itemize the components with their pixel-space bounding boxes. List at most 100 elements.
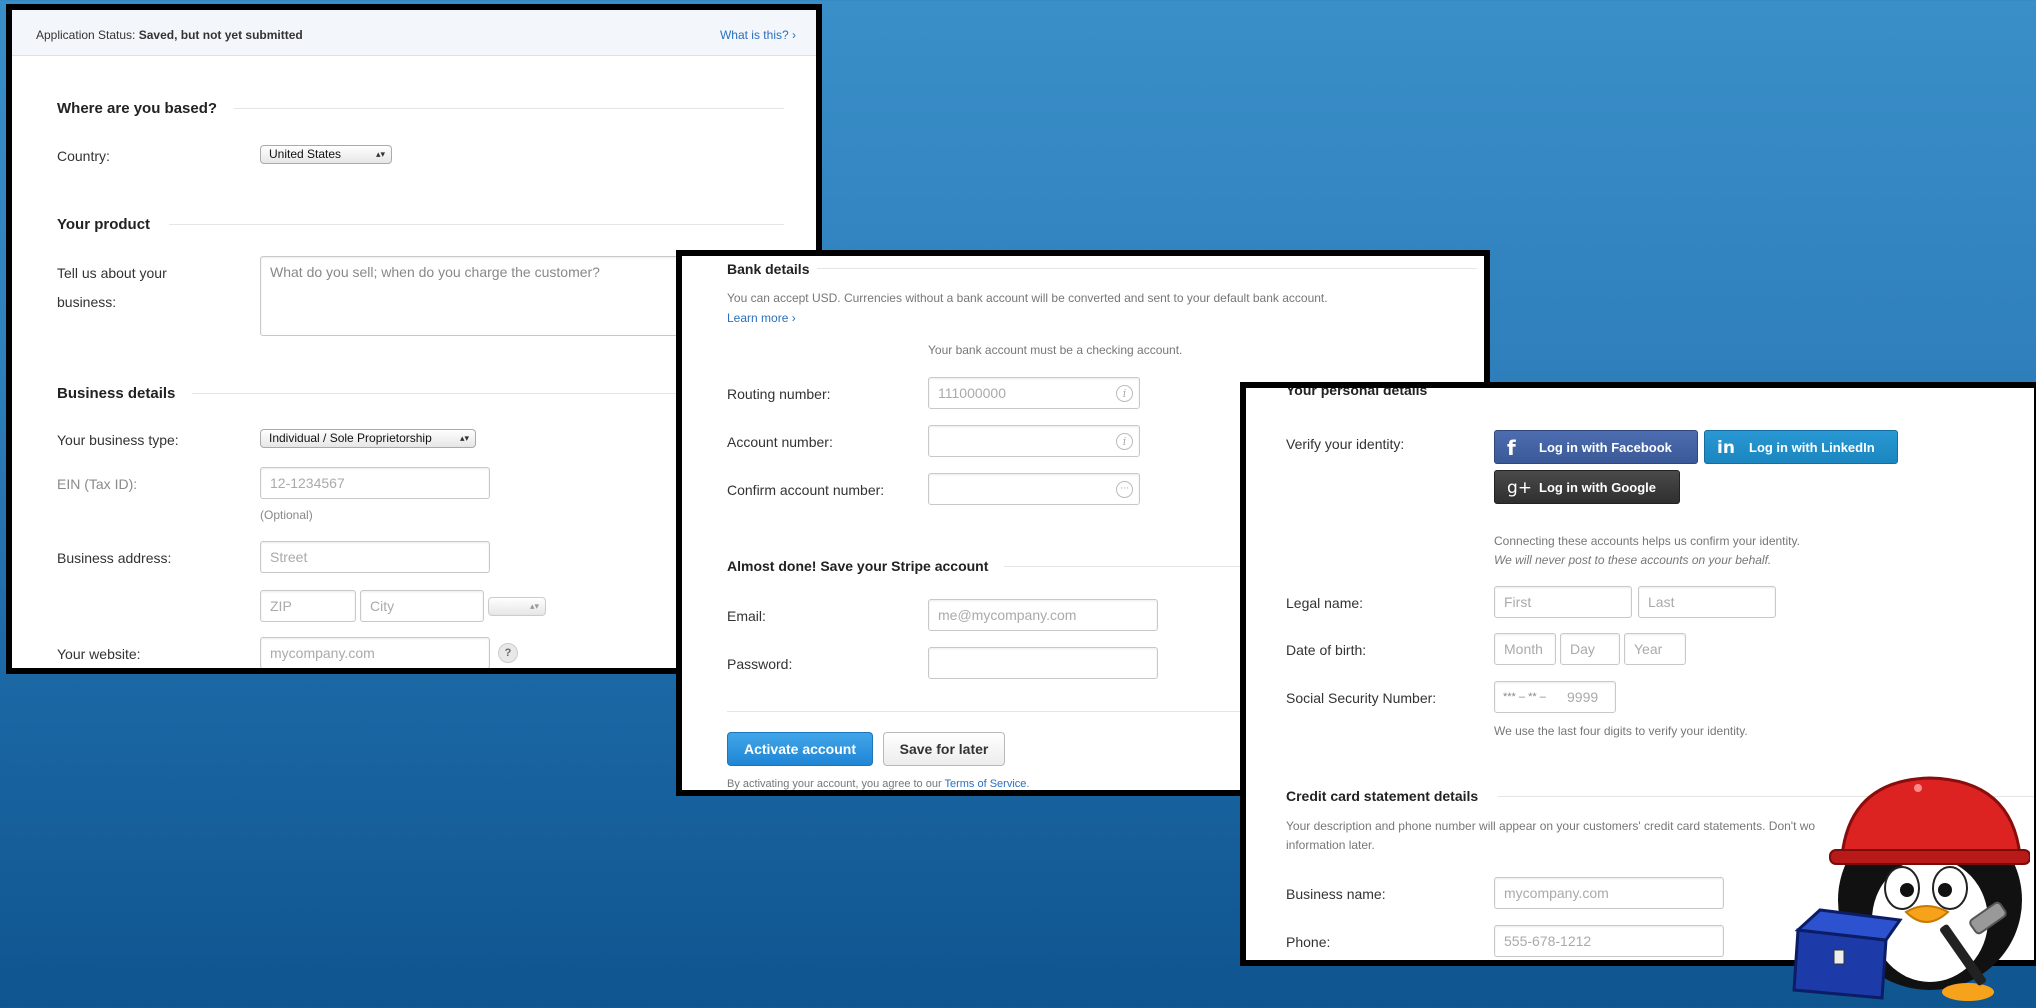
info-icon: i: [1116, 433, 1133, 450]
google-login-label: Log in with Google: [1539, 480, 1656, 495]
city-field[interactable]: [360, 590, 484, 622]
terms-prefix: By activating your account, you agree to…: [727, 778, 942, 790]
never-post-note: We will never post to these accounts on …: [1494, 553, 1772, 567]
legal-name-label: Legal name:: [1286, 595, 1364, 611]
divider: [817, 268, 1477, 269]
country-select[interactable]: United States ▴▾: [260, 145, 392, 164]
business-details-title: Business details: [57, 385, 176, 402]
zip-input[interactable]: [261, 591, 355, 621]
dob-month-field[interactable]: [1494, 633, 1556, 665]
select-arrows-icon: ▴▾: [375, 149, 385, 159]
confirm-account-field[interactable]: ···: [928, 473, 1140, 505]
business-about-label-line2: business:: [57, 294, 117, 310]
ssn-label: Social Security Number:: [1286, 690, 1437, 706]
save-account-title: Almost done! Save your Stripe account: [727, 558, 989, 574]
verify-identity-label: Verify your identity:: [1286, 436, 1405, 452]
checking-account-note: Your bank account must be a checking acc…: [928, 343, 1183, 357]
learn-more-link[interactable]: Learn more ›: [727, 311, 796, 325]
street-field[interactable]: [260, 541, 490, 573]
country-label: Country:: [57, 148, 110, 164]
state-select[interactable]: ▴▾: [488, 597, 546, 616]
facebook-login-button[interactable]: f Log in with Facebook: [1494, 430, 1698, 464]
password-field[interactable]: [928, 647, 1158, 679]
phone-input[interactable]: [1495, 926, 1723, 956]
confirm-account-label: Confirm account number:: [727, 482, 885, 498]
slide-background: { "colors": { "accent": "#1f86d6", "face…: [0, 0, 2036, 1008]
routing-number-input[interactable]: [929, 378, 1139, 408]
business-type-select[interactable]: Individual / Sole Proprietorship ▴▾: [260, 429, 476, 448]
divider: [234, 108, 784, 109]
website-field[interactable]: [260, 637, 490, 668]
linkedin-login-button[interactable]: in Log in with LinkedIn: [1704, 430, 1898, 464]
product-title: Your product: [57, 216, 151, 233]
email-input[interactable]: [929, 600, 1157, 630]
terms-of-service-link[interactable]: Terms of Service: [944, 778, 1026, 790]
info-icon: i: [1116, 385, 1133, 402]
google-plus-icon: g+: [1507, 478, 1533, 498]
ssn-note: We use the last four digits to verify yo…: [1494, 724, 1748, 738]
terms-note: By activating your account, you agree to…: [727, 778, 1029, 790]
status-value: Saved, but not yet submitted: [138, 28, 303, 42]
password-label: Password:: [727, 656, 793, 672]
select-arrows-icon: ▴▾: [529, 601, 539, 611]
first-name-input[interactable]: [1495, 587, 1631, 617]
phone-label: Phone:: [1286, 934, 1331, 950]
facebook-icon: f: [1507, 436, 1516, 460]
application-status-bar: Application Status: Saved, but not yet s…: [12, 10, 816, 56]
save-for-later-button[interactable]: Save for later: [883, 732, 1005, 766]
dob-year-input[interactable]: [1625, 634, 1685, 664]
divider: [169, 224, 784, 225]
business-about-label-line1: Tell us about your: [57, 265, 167, 281]
account-number-field[interactable]: i: [928, 425, 1140, 457]
bank-currency-note: You can accept USD. Currencies without a…: [727, 291, 1328, 305]
dob-year-field[interactable]: [1624, 633, 1686, 665]
country-select-value: United States: [269, 147, 342, 161]
business-name-field[interactable]: [1494, 877, 1724, 909]
business-type-label: Your business type:: [57, 432, 179, 448]
routing-number-label: Routing number:: [727, 386, 831, 402]
linkedin-login-label: Log in with LinkedIn: [1749, 440, 1875, 455]
bank-details-title: Bank details: [727, 261, 810, 277]
first-name-field[interactable]: [1494, 586, 1632, 618]
dob-day-input[interactable]: [1561, 634, 1619, 664]
business-name-input[interactable]: [1495, 878, 1723, 908]
password-input[interactable]: [929, 648, 1157, 678]
dob-day-field[interactable]: [1560, 633, 1620, 665]
penguin-mascot-illustration: [1792, 776, 2030, 1001]
email-field[interactable]: [928, 599, 1158, 631]
account-number-label: Account number:: [727, 434, 833, 450]
select-arrows-icon: ▴▾: [459, 433, 469, 443]
business-address-label: Business address:: [57, 550, 172, 566]
ssn-mask: *** – ** –: [1503, 691, 1546, 703]
zip-field[interactable]: [260, 590, 356, 622]
terms-suffix: .: [1026, 778, 1030, 790]
statement-note-line2: information later.: [1286, 838, 1375, 852]
google-login-button[interactable]: g+ Log in with Google: [1494, 470, 1680, 504]
website-help-icon[interactable]: ?: [498, 643, 518, 663]
phone-field[interactable]: [1494, 925, 1724, 957]
linkedin-icon: in: [1717, 438, 1735, 458]
connect-accounts-note: Connecting these accounts helps us confi…: [1494, 534, 1800, 548]
website-label: Your website:: [57, 646, 141, 662]
statement-note-line1: Your description and phone number will a…: [1286, 819, 1816, 833]
last-name-input[interactable]: [1639, 587, 1775, 617]
account-number-input[interactable]: [929, 426, 1139, 456]
ein-label: EIN (Tax ID):: [57, 476, 138, 492]
facebook-login-label: Log in with Facebook: [1539, 440, 1672, 455]
what-is-this-link[interactable]: What is this? ›: [720, 28, 796, 42]
business-type-value: Individual / Sole Proprietorship: [269, 431, 432, 445]
business-name-label: Business name:: [1286, 886, 1386, 902]
email-label: Email:: [727, 608, 766, 624]
ssn-field[interactable]: *** – ** –: [1494, 681, 1616, 713]
activate-account-button[interactable]: Activate account: [727, 732, 873, 766]
website-input[interactable]: [261, 638, 489, 668]
street-input[interactable]: [261, 542, 489, 572]
ein-input[interactable]: [261, 468, 489, 498]
last-name-field[interactable]: [1638, 586, 1776, 618]
routing-number-field[interactable]: i: [928, 377, 1140, 409]
ein-field[interactable]: [260, 467, 490, 499]
city-input[interactable]: [361, 591, 483, 621]
dob-month-input[interactable]: [1495, 634, 1555, 664]
more-icon: ···: [1116, 481, 1133, 498]
confirm-account-input[interactable]: [929, 474, 1139, 504]
